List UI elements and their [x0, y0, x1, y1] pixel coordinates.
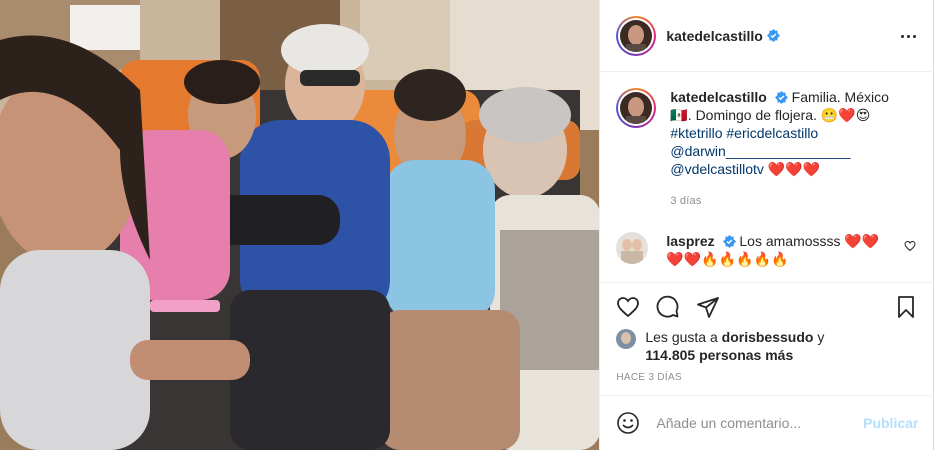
liker-username[interactable]: dorisbessudo	[722, 329, 814, 345]
post-side-panel: katedelcastillo katedelcastillo Familia.…	[599, 0, 934, 450]
more-dot	[912, 34, 916, 38]
caption-time[interactable]: 3 días	[670, 192, 906, 210]
avatar-portrait-icon	[620, 92, 653, 124]
likes-count[interactable]: 114.805 personas más	[645, 347, 793, 363]
caption-username[interactable]: katedelcastillo	[670, 89, 767, 105]
comment-input[interactable]	[656, 415, 847, 431]
more-dot	[900, 34, 904, 38]
mention-vdelcastillotv[interactable]: @vdelcastillotv	[670, 161, 764, 177]
comment-username[interactable]: lasprez	[666, 233, 714, 249]
caption-row: katedelcastillo Familia. México 🇲🇽. Domi…	[616, 88, 918, 210]
mention-darwin[interactable]: @darwin________________	[670, 143, 850, 159]
more-dot	[906, 34, 910, 38]
comment-icon[interactable]	[656, 295, 680, 319]
verified-badge-icon	[766, 29, 780, 42]
save-icon[interactable]	[894, 295, 918, 319]
verified-badge-icon	[774, 91, 788, 104]
comment-text: lasprez Los amamossss ❤️❤️ ❤️❤️🔥🔥🔥🔥🔥	[666, 232, 886, 268]
heart-icon[interactable]	[616, 295, 640, 319]
comment-like-heart-icon[interactable]	[904, 240, 916, 252]
post-photo[interactable]	[0, 0, 600, 450]
profile-avatar[interactable]	[616, 15, 657, 56]
publish-button[interactable]: Publicar	[863, 415, 918, 431]
post-header: katedelcastillo	[600, 0, 934, 72]
comment-row: lasprez Los amamossss ❤️❤️ ❤️❤️🔥🔥🔥🔥🔥	[616, 232, 918, 268]
comments-section: katedelcastillo Familia. México 🇲🇽. Domi…	[600, 72, 934, 282]
action-bar	[600, 282, 934, 330]
likes-middle: y	[813, 329, 825, 345]
commenter-avatar[interactable]	[616, 232, 649, 264]
verified-badge-icon	[722, 235, 736, 248]
avatar-inner	[618, 90, 655, 126]
hashtag-ericdelcastillo[interactable]: #ericdelcastillo	[726, 125, 818, 141]
emoji-icon[interactable]	[616, 411, 640, 435]
liker-avatar-image	[616, 329, 637, 349]
likes-summary: Les gusta a dorisbessudo y 114.805 perso…	[616, 328, 916, 364]
hashtag-ktetrillo[interactable]: #ktetrillo	[670, 125, 722, 141]
liker-avatar[interactable]	[616, 329, 637, 349]
mention-suffix: ❤️❤️❤️	[763, 161, 821, 177]
likes-prefix: Les gusta a	[645, 329, 722, 345]
avatar-image	[620, 19, 653, 52]
avatar-portrait-icon	[620, 19, 653, 52]
avatar-inner	[618, 17, 655, 54]
family-selfie-photo	[0, 0, 600, 450]
likes-text: Les gusta a dorisbessudo y 114.805 perso…	[645, 328, 824, 364]
add-comment-bar: Publicar	[600, 395, 934, 450]
avatar-image	[620, 92, 653, 124]
caption-text: katedelcastillo Familia. México 🇲🇽. Domi…	[670, 88, 906, 210]
header-username[interactable]: katedelcastillo	[666, 28, 763, 44]
commenter-avatar-image	[616, 232, 649, 264]
share-icon[interactable]	[696, 295, 720, 319]
posted-time[interactable]: HACE 3 DÍAS	[616, 372, 682, 383]
caption-avatar[interactable]	[616, 88, 657, 128]
more-icon[interactable]	[898, 26, 918, 46]
instagram-post: katedelcastillo katedelcastillo Familia.…	[0, 0, 934, 450]
